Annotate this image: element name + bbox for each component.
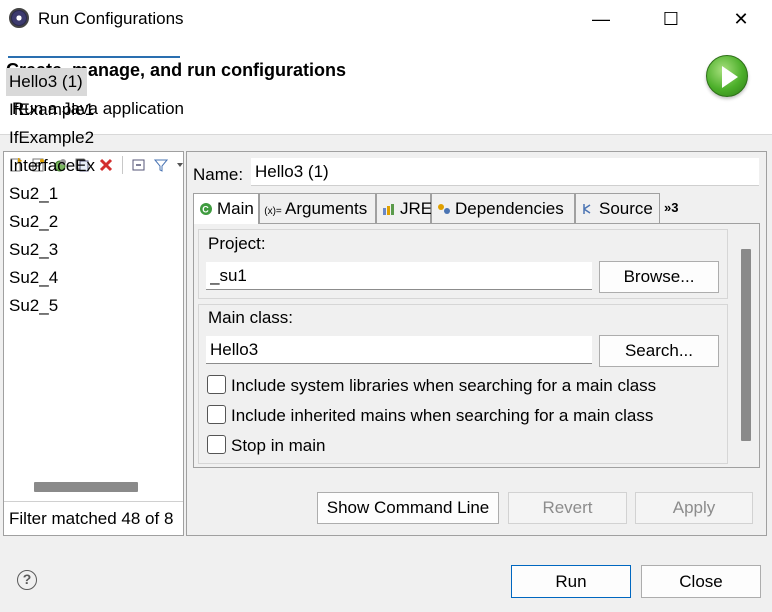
jre-tab-icon bbox=[381, 195, 397, 225]
tab-dependencies[interactable]: Dependencies bbox=[431, 193, 575, 223]
revert-button[interactable]: Revert bbox=[508, 492, 627, 524]
close-button[interactable]: Close bbox=[641, 565, 761, 598]
more-tabs-button[interactable]: »3 bbox=[660, 193, 710, 223]
list-item-su2-4[interactable]: Su2_4 bbox=[6, 264, 182, 292]
filter-input[interactable] bbox=[8, 30, 180, 58]
project-input[interactable] bbox=[206, 262, 592, 290]
filter-status-text: Filter matched 48 of 8 bbox=[9, 509, 174, 528]
tab-vertical-scrollbar[interactable] bbox=[741, 249, 751, 441]
show-command-line-button[interactable]: Show Command Line bbox=[317, 492, 499, 524]
name-label: Name: bbox=[193, 165, 244, 184]
dependencies-tab-icon bbox=[436, 195, 452, 225]
run-button[interactable]: Run bbox=[511, 565, 631, 598]
include-inherited-mains-checkbox[interactable] bbox=[207, 405, 226, 424]
include-system-libraries-label: Include system libraries when searching … bbox=[231, 376, 657, 395]
stop-in-main-label: Stop in main bbox=[231, 436, 326, 455]
tab-main-label: Main bbox=[217, 199, 254, 218]
run-banner-icon bbox=[706, 55, 748, 97]
window-title: Run Configurations bbox=[38, 9, 184, 28]
config-tabs: C Main (x)= Arguments JRE Dependencies Sou… bbox=[193, 193, 713, 225]
list-item-ifexample2[interactable]: IfExample2 bbox=[6, 124, 182, 152]
list-horizontal-scrollbar[interactable] bbox=[34, 482, 138, 492]
help-icon[interactable]: ? bbox=[17, 570, 37, 590]
tab-dependencies-label: Dependencies bbox=[455, 199, 564, 218]
apply-button[interactable]: Apply bbox=[635, 492, 753, 524]
tab-source[interactable]: Source bbox=[575, 193, 660, 223]
list-item-su2-3[interactable]: Su2_3 bbox=[6, 236, 182, 264]
minimize-button[interactable]: — bbox=[578, 0, 624, 38]
list-item-interfaceex[interactable]: InterfaceEx bbox=[6, 152, 182, 180]
main-class-input[interactable] bbox=[206, 336, 592, 364]
project-label: Project: bbox=[208, 234, 266, 253]
list-item-ifexample1[interactable]: IfExample1 bbox=[6, 96, 182, 124]
list-item-hello3-1[interactable]: Hello3 (1) bbox=[6, 68, 87, 96]
search-button[interactable]: Search... bbox=[599, 335, 719, 367]
main-tab-icon: C bbox=[198, 195, 214, 225]
list-item-su2-2[interactable]: Su2_2 bbox=[6, 208, 182, 236]
list-item-su2-1[interactable]: Su2_1 bbox=[6, 180, 182, 208]
tab-arguments-label: Arguments bbox=[285, 199, 368, 218]
config-name-input[interactable] bbox=[251, 158, 759, 186]
tab-main[interactable]: C Main bbox=[193, 193, 259, 224]
browse-button[interactable]: Browse... bbox=[599, 261, 719, 293]
include-system-libraries-checkbox[interactable] bbox=[207, 375, 226, 394]
close-window-button[interactable]: ✕ bbox=[718, 0, 764, 38]
maximize-button[interactable]: ☐ bbox=[648, 0, 694, 38]
include-inherited-mains-label: Include inherited mains when searching f… bbox=[231, 406, 654, 425]
tab-source-label: Source bbox=[599, 199, 653, 218]
tab-arguments[interactable]: (x)= Arguments bbox=[259, 193, 376, 223]
eclipse-app-icon bbox=[9, 8, 29, 28]
list-item-su2-5[interactable]: Su2_5 bbox=[6, 292, 182, 320]
tab-jre[interactable]: JRE bbox=[376, 193, 433, 225]
tab-jre-label: JRE bbox=[400, 199, 433, 218]
launch-config-list: Hello3 (1) IfExample1 IfExample2 Interfa… bbox=[6, 68, 182, 320]
main-class-label: Main class: bbox=[208, 308, 294, 327]
stop-in-main-checkbox[interactable] bbox=[207, 435, 226, 454]
source-tab-icon bbox=[580, 195, 596, 225]
svg-text:C: C bbox=[202, 205, 209, 215]
list-status-divider bbox=[4, 501, 183, 502]
